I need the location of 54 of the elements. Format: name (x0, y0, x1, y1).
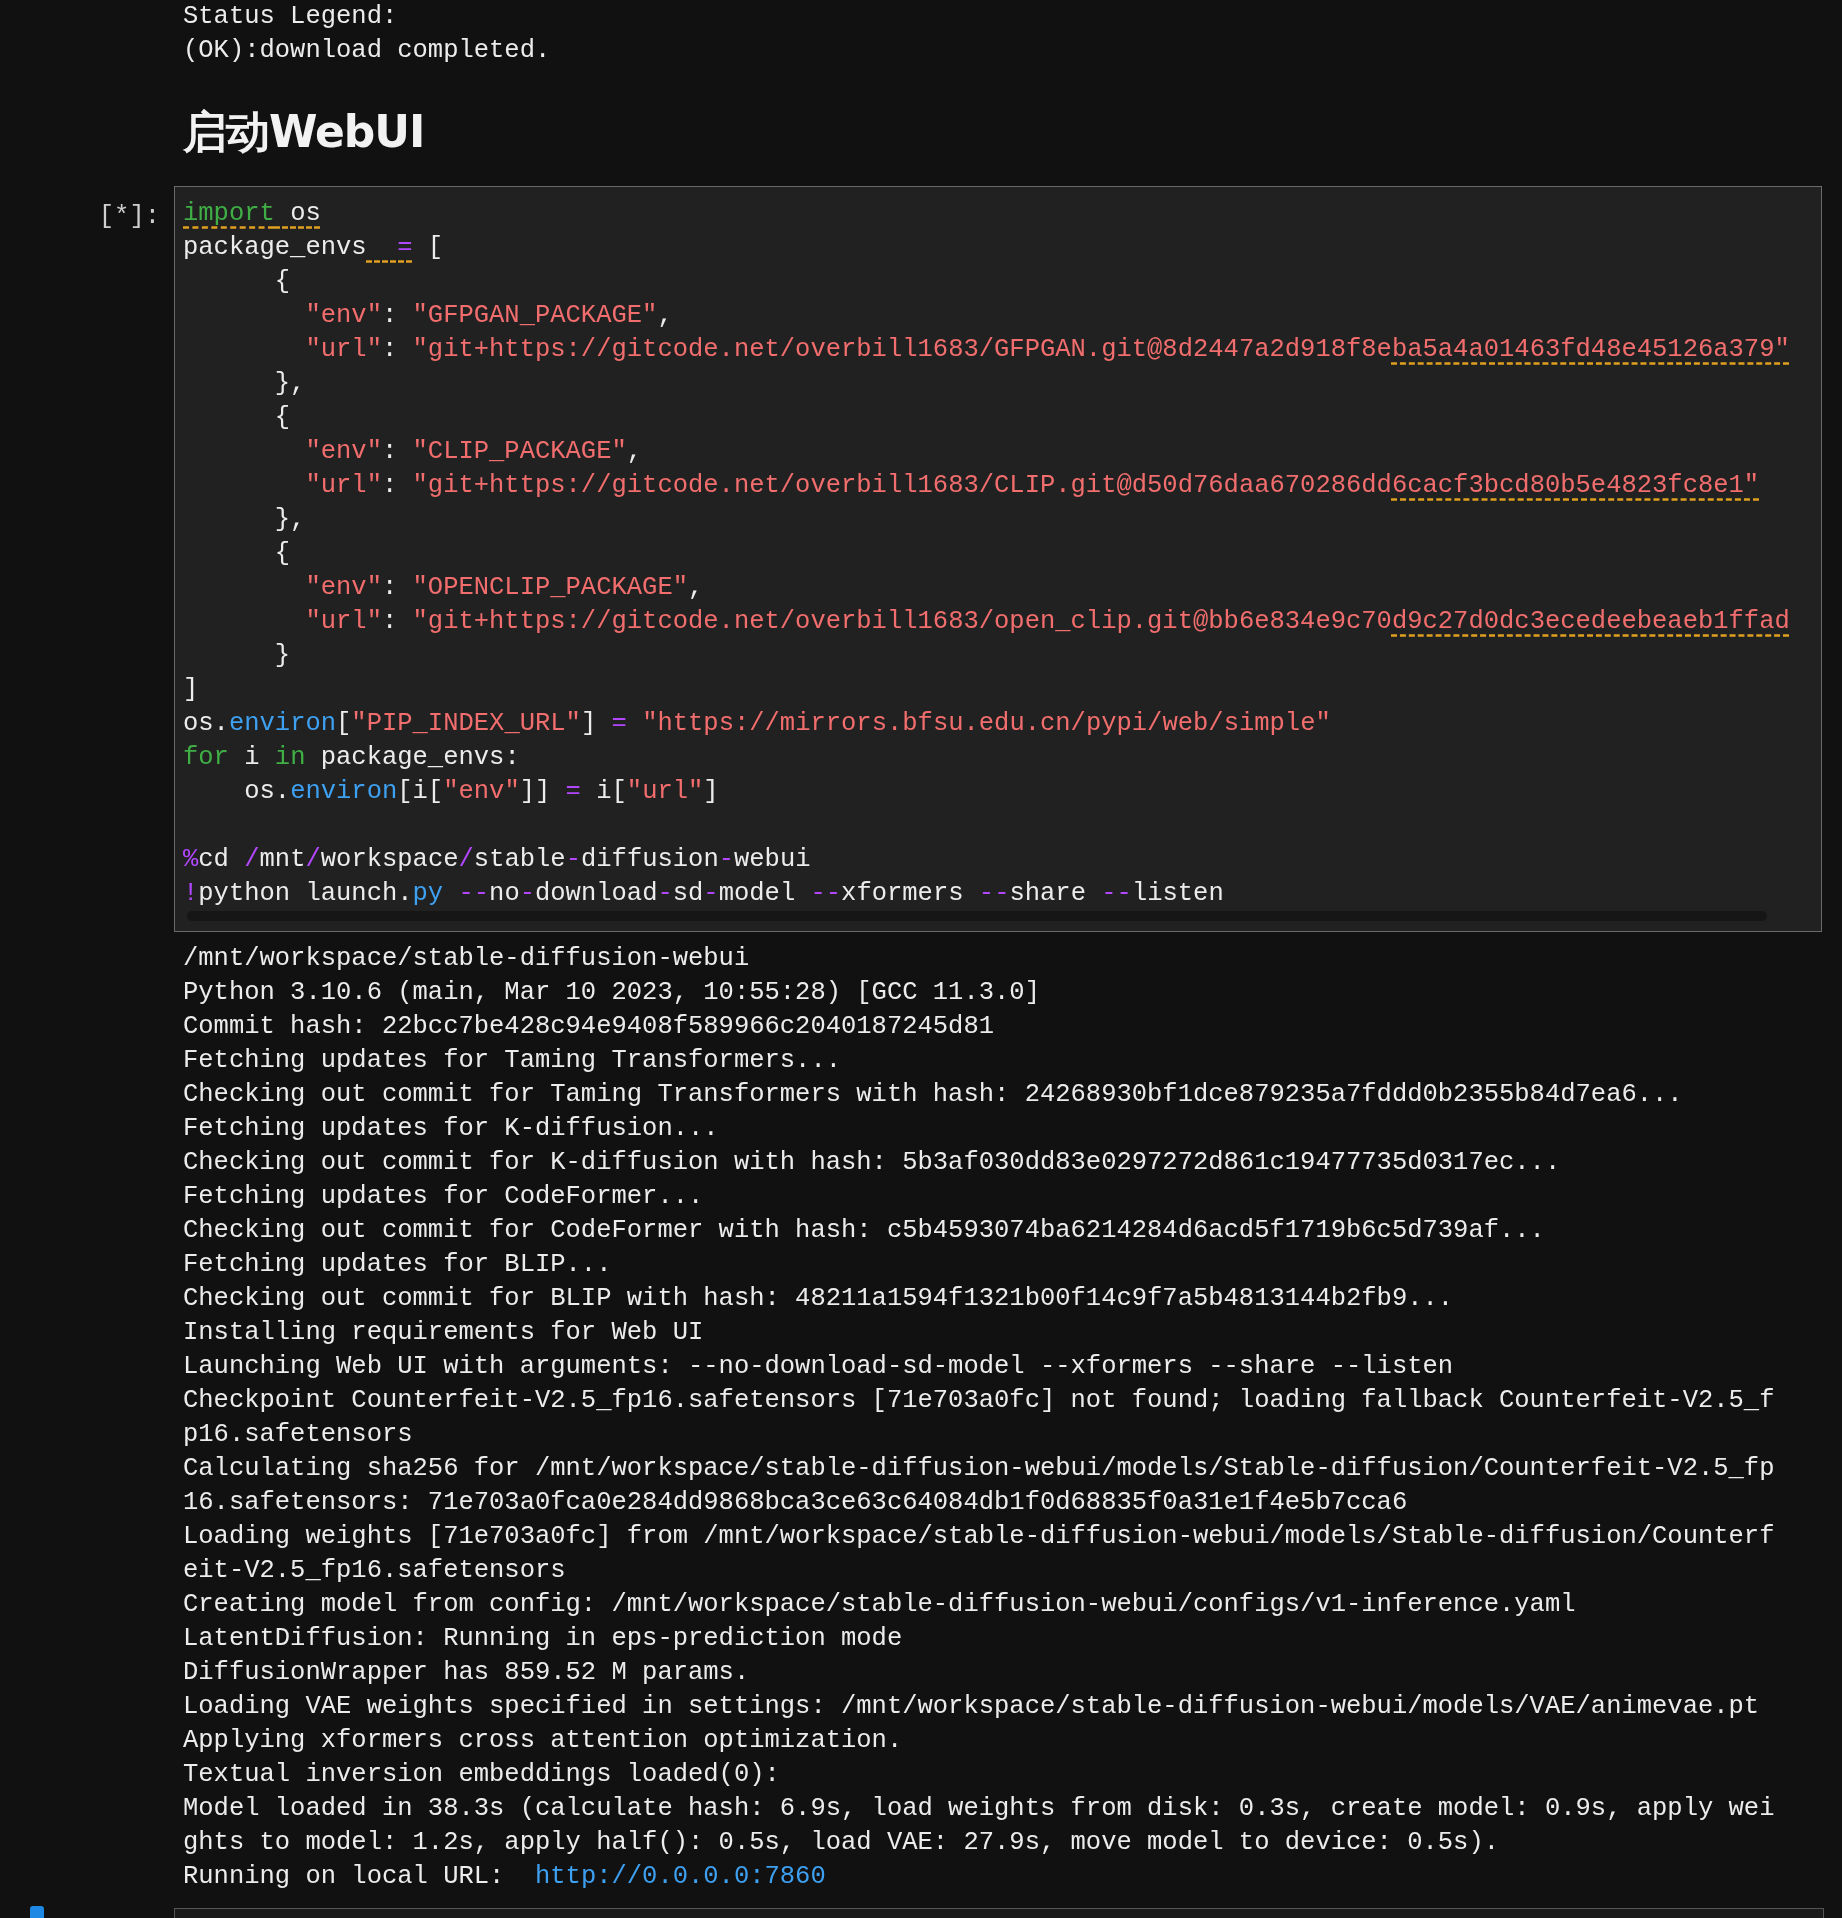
output-line: Creating model from config: /mnt/workspace/stable-diffusion-webui/configs/v1-inference.yaml (182, 1589, 1577, 1621)
code-line: for i in package_envs: (183, 742, 521, 774)
output-line: 16.safetensors: 71e703a0fca0e284dd9868bca3ce63c64084db1f0d68835f0a31e1f4e5b7cca6 (182, 1487, 1409, 1519)
output-line: Loading weights [71e703a0fc] from /mnt/workspace/stable-diffusion-webui/models/Stable-diffusion/Counterf (182, 1521, 1776, 1553)
output-line: Fetching updates for CodeFormer... (182, 1181, 705, 1213)
output-line: p16.safetensors (182, 1419, 414, 1451)
code-line: ] (183, 674, 200, 706)
code-line: !python launch.py --no-download-sd-model --xformers --share --listen (183, 878, 1225, 910)
output-line: Model loaded in 38.3s (calculate hash: 6.9s, load weights from disk: 0.3s, create model: 0.9s, apply wei (182, 1793, 1776, 1825)
output-line: Status Legend: (182, 1, 399, 33)
output-line: /mnt/workspace/stable-diffusion-webui (182, 943, 751, 975)
code-line: { (273, 538, 292, 570)
output-line: Commit hash: 22bcc7be428c94e9408f589966c2040187245d81 (182, 1011, 996, 1043)
code-line: "url": "git+https://gitcode.net/overbill1683/GFPGAN.git@8d2447a2d918f8eba5a4a01463fd48e45126a379" (304, 334, 1791, 366)
code-line: os.environ["PIP_INDEX_URL"] = "https://mirrors.bfsu.edu.cn/pypi/web/simple" (183, 708, 1332, 740)
output-line: Python 3.10.6 (main, Mar 10 2023, 10:55:28) [GCC 11.3.0] (182, 977, 1041, 1009)
local-url-link[interactable]: http://0.0.0.0:7860 (534, 1862, 826, 1891)
code-line: "url": "git+https://gitcode.net/overbill1683/open_clip.git@bb6e834e9c70d9c27d0dc3ecedeebeaeb1ffad (304, 606, 1791, 638)
output-line: Running on local URL: (183, 1862, 505, 1891)
code-line: "env": "OPENCLIP_PACKAGE", (304, 572, 705, 604)
output-line: DiffusionWrapper has 859.52 M params. (182, 1657, 751, 1689)
code-line: { (273, 402, 292, 434)
cell-prompt: [*]: (97, 201, 161, 233)
output-line: Fetching updates for Taming Transformers... (182, 1045, 842, 1077)
output-line: Checkpoint Counterfeit-V2.5_fp16.safetensors [71e703a0fc] not found; loading fallback Counterfeit-V2.5_f (182, 1385, 1776, 1417)
code-line: } (273, 640, 292, 672)
output-line: Checking out commit for K-diffusion with hash: 5b3af030dd83e0297272d861c19477735d0317ec... (182, 1147, 1562, 1179)
output-line: Textual inversion embeddings loaded(0): (182, 1759, 781, 1791)
output-line: Calculating sha256 for /mnt/workspace/stable-diffusion-webui/models/Stable-diffusion/Counterfeit-V2.5_fp (182, 1453, 1776, 1485)
output-line: Checking out commit for CodeFormer with hash: c5b4593074ba6214284d6acd5f1719b6c5d739af... (182, 1215, 1546, 1247)
code-line: }, (273, 504, 307, 536)
code-line: "url": "git+https://gitcode.net/overbill1683/CLIP.git@d50d76daa670286dd6cacf3bcd80b5e4823fc8e1" (304, 470, 1761, 502)
output-line: Launching Web UI with arguments: --no-download-sd-model --xformers --share --listen (182, 1351, 1455, 1383)
output-line: Applying xformers cross attention optimization. (182, 1725, 904, 1757)
output-line: Fetching updates for BLIP... (182, 1249, 613, 1281)
code-line: package_envs = [ (183, 232, 445, 264)
code-cell[interactable] (174, 186, 1822, 932)
output-line: Fetching updates for K-diffusion... (182, 1113, 720, 1145)
output-line: ghts to model: 1.2s, apply half(): 0.5s, load VAE: 27.9s, move model to device: 0.5s). (182, 1827, 1500, 1859)
code-line: os.environ[i["env"]] = i["url"] (243, 776, 720, 808)
output-line: LatentDiffusion: Running in eps-prediction mode (182, 1623, 904, 1655)
code-line: { (273, 266, 292, 298)
output-line: Checking out commit for BLIP with hash: 48211a1594f1321b00f14c9f7a5b4813144b2fb9... (182, 1283, 1455, 1315)
output-line: (OK):download completed. (182, 35, 552, 67)
code-line: "env": "GFPGAN_PACKAGE", (304, 300, 674, 332)
output-line: eit-V2.5_fp16.safetensors (182, 1555, 567, 1587)
code-line: }, (273, 368, 307, 400)
section-heading: 启动WebUI (183, 105, 425, 159)
code-line: import os (183, 198, 322, 230)
output-line: Checking out commit for Taming Transformers with hash: 24268930bf1dce879235a7fddd0b2355b84d7ea6... (182, 1079, 1684, 1111)
code-line: "env": "CLIP_PACKAGE", (304, 436, 644, 468)
output-line: Installing requirements for Web UI (182, 1317, 705, 1349)
code-line: %cd /mnt/workspace/stable-diffusion-webui (183, 844, 812, 876)
output-line: Loading VAE weights specified in settings: /mnt/workspace/stable-diffusion-webui/models/VAE/animevae.pt (182, 1691, 1761, 1723)
